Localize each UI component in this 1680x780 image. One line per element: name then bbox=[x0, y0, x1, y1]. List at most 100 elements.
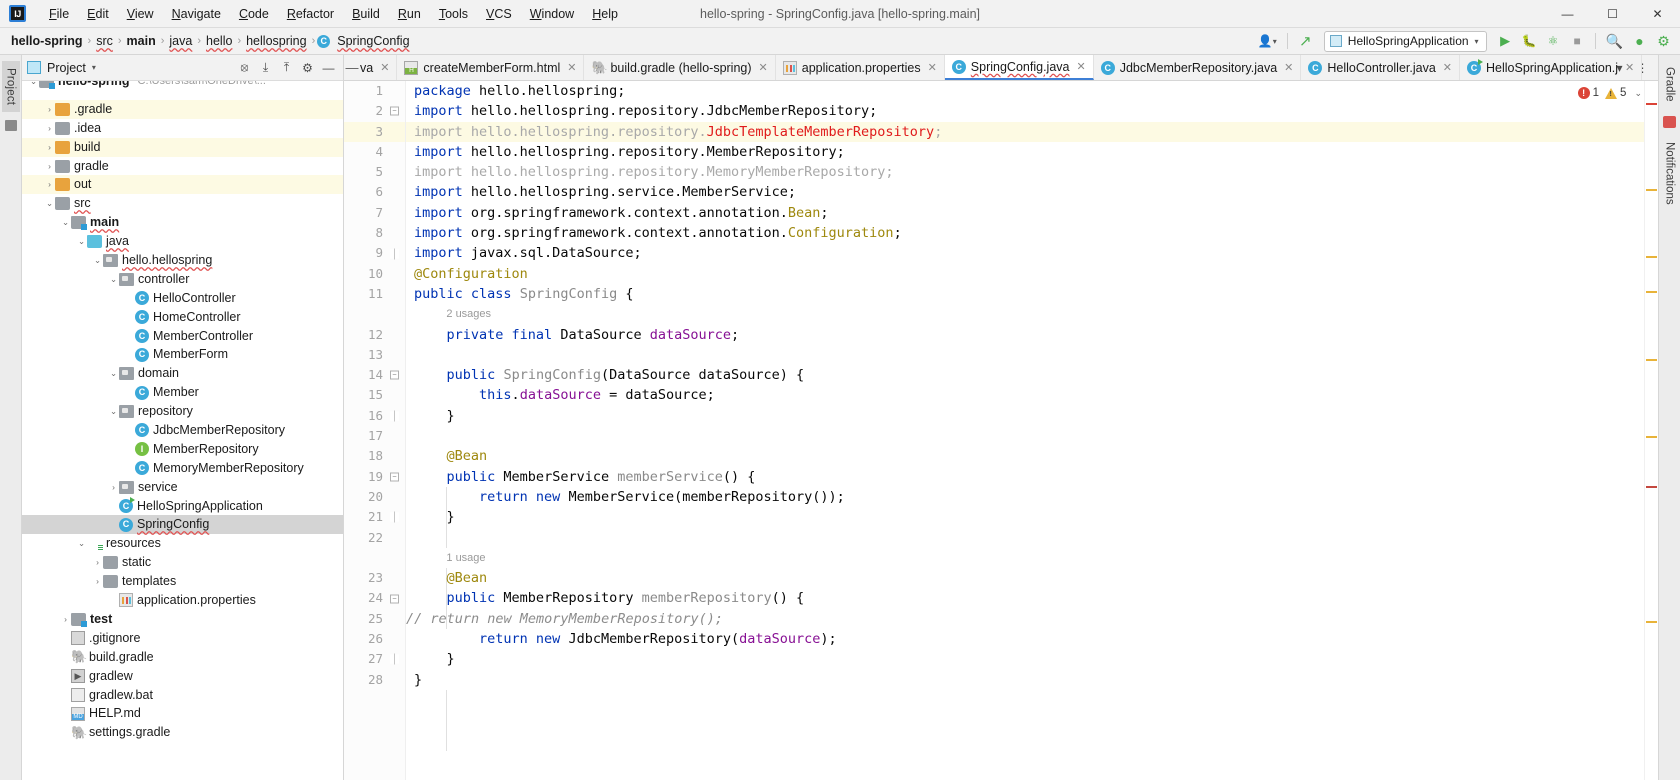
tree-node-java[interactable]: ⌄ java bbox=[22, 232, 343, 251]
chevron-right-icon[interactable]: › bbox=[44, 119, 55, 138]
code-line[interactable]: public MemberService memberService() { bbox=[406, 467, 1644, 487]
usages-inlay-hint[interactable]: 2 usages bbox=[406, 304, 1644, 324]
tree-node-src[interactable]: ⌄ src bbox=[22, 194, 343, 213]
editor-tab-build-gradle-hello-spring-[interactable]: 🐘 build.gradle (hello-spring) ✕ bbox=[584, 55, 776, 80]
line-number-gutter[interactable]: 1 2−3 4 5 6 7 8 9 10 11 12 13 14− 15 16 17 18 19−20 21 22 23… bbox=[344, 81, 406, 780]
menu-navigate[interactable]: Navigate bbox=[163, 3, 230, 25]
editor-marker[interactable] bbox=[1646, 103, 1657, 105]
editor-marker[interactable] bbox=[1646, 359, 1657, 361]
editor-marker[interactable] bbox=[1646, 291, 1657, 293]
code-line[interactable] bbox=[406, 345, 1644, 365]
stop-button[interactable]: ■ bbox=[1567, 31, 1588, 52]
code-line[interactable]: this.dataSource = dataSource; bbox=[406, 385, 1644, 405]
breadcrumb-item-src[interactable]: src bbox=[93, 33, 116, 49]
tree-node-controller[interactable]: ⌄ controller bbox=[22, 270, 343, 289]
chevron-down-icon[interactable]: ⌄ bbox=[108, 402, 119, 421]
code-editor[interactable]: 1 2−3 4 5 6 7 8 9 10 11 12 13 14−15 16 17 18 19−20 21 22 23… bbox=[344, 81, 1644, 780]
code-line[interactable]: public class SpringConfig { bbox=[406, 284, 1644, 304]
code-content[interactable]: package hello.hellospring; import hello.h… bbox=[406, 81, 1644, 780]
chevron-right-icon[interactable]: › bbox=[108, 478, 119, 497]
menu-build[interactable]: Build bbox=[343, 3, 389, 25]
code-line[interactable]: import hello.hellospring.repository.Memo… bbox=[406, 162, 1644, 182]
code-line[interactable] bbox=[406, 528, 1644, 548]
menu-edit[interactable]: Edit bbox=[78, 3, 118, 25]
chevron-down-icon[interactable]: ⌄ bbox=[76, 232, 87, 251]
breadcrumb-item-hellospring[interactable]: hellospring bbox=[243, 33, 309, 49]
tree-node-hello-spring[interactable]: ⌄ hello-spring C:\Users\sam\OneDrive\... bbox=[22, 81, 343, 91]
tree-node--idea[interactable]: › .idea bbox=[22, 119, 343, 138]
structure-icon[interactable] bbox=[4, 120, 17, 132]
maximize-button[interactable]: ☐ bbox=[1590, 0, 1635, 28]
editor-tab-springconfig-java[interactable]: C SpringConfig.java ✕ bbox=[944, 55, 1094, 80]
tree-node-test[interactable]: › test bbox=[22, 610, 343, 629]
editor-tab-jdbcmemberrepository-java[interactable]: C JdbcMemberRepository.java ✕ bbox=[1094, 55, 1302, 80]
code-line[interactable]: } bbox=[406, 507, 1644, 527]
fold-collapse-icon[interactable]: − bbox=[390, 594, 399, 604]
fold-end-icon[interactable] bbox=[390, 511, 399, 523]
tree-node-hellospringapplication[interactable]: C HelloSpringApplication bbox=[22, 497, 343, 516]
tree-node-main[interactable]: ⌄ main bbox=[22, 213, 343, 232]
tree-node-domain[interactable]: ⌄ domain bbox=[22, 364, 343, 383]
collapse-all-icon[interactable]: ⤒ bbox=[277, 58, 296, 77]
code-line[interactable]: import javax.sql.DataSource; bbox=[406, 243, 1644, 263]
chevron-down-icon[interactable]: ⌄ bbox=[28, 81, 39, 91]
menu-window[interactable]: Window bbox=[521, 3, 583, 25]
tree-node-jdbcmemberrepository[interactable]: C JdbcMemberRepository bbox=[22, 421, 343, 440]
tree-node-memberform[interactable]: C MemberForm bbox=[22, 345, 343, 364]
code-line[interactable]: import org.springframework.context.annot… bbox=[406, 203, 1644, 223]
tree-node-member[interactable]: C Member bbox=[22, 383, 343, 402]
select-opened-file-icon[interactable]: ⦻ bbox=[235, 58, 254, 77]
code-line[interactable]: public MemberRepository memberRepository… bbox=[406, 588, 1644, 608]
editor-marker[interactable] bbox=[1646, 189, 1657, 191]
fold-collapse-icon[interactable]: − bbox=[390, 370, 399, 380]
breadcrumb-item-hello-spring[interactable]: hello-spring bbox=[8, 33, 86, 49]
update-arrow-icon[interactable]: ↗ bbox=[1295, 31, 1316, 52]
editor-tab-application-properties[interactable]: application.properties ✕ bbox=[776, 55, 945, 80]
code-line[interactable]: import org.springframework.context.annot… bbox=[406, 223, 1644, 243]
close-icon[interactable]: ✕ bbox=[1625, 61, 1634, 74]
tool-window-project-button[interactable]: Project bbox=[1, 61, 20, 113]
run-with-coverage-button[interactable]: ⚛ bbox=[1543, 31, 1564, 52]
tree-node-memorymemberrepository[interactable]: C MemoryMemberRepository bbox=[22, 459, 343, 478]
chevron-down-icon[interactable]: ⌄ bbox=[76, 534, 87, 553]
menu-vcs[interactable]: VCS bbox=[477, 3, 521, 25]
code-line[interactable]: } bbox=[406, 406, 1644, 426]
tree-node-build-gradle[interactable]: 🐘 build.gradle bbox=[22, 648, 343, 667]
code-line[interactable]: } bbox=[406, 670, 1644, 690]
chevron-right-icon[interactable]: › bbox=[44, 100, 55, 119]
project-tree[interactable]: ⌄ hello-spring C:\Users\sam\OneDrive\... ›.… bbox=[22, 81, 343, 780]
tree-node-gradlew[interactable]: ▶ gradlew bbox=[22, 667, 343, 686]
breadcrumb-item-java[interactable]: java bbox=[166, 33, 195, 49]
close-icon[interactable]: ✕ bbox=[380, 61, 389, 74]
tree-node-homecontroller[interactable]: C HomeController bbox=[22, 308, 343, 327]
tree-node-hellocontroller[interactable]: C HelloController bbox=[22, 289, 343, 308]
run-button[interactable]: ▶ bbox=[1495, 31, 1516, 52]
tree-node-membercontroller[interactable]: C MemberController bbox=[22, 327, 343, 346]
breadcrumb-item-springconfig[interactable]: C SpringConfig bbox=[317, 33, 412, 49]
code-line[interactable]: public SpringConfig(DataSource dataSourc… bbox=[406, 365, 1644, 385]
tree-node-repository[interactable]: ⌄ repository bbox=[22, 402, 343, 421]
settings-gear-icon[interactable]: ⚙ bbox=[1653, 31, 1674, 52]
close-icon[interactable]: ✕ bbox=[1284, 61, 1293, 74]
code-line[interactable]: return new MemberService(memberRepositor… bbox=[406, 487, 1644, 507]
editor-marker[interactable] bbox=[1646, 621, 1657, 623]
run-configuration-selector[interactable]: HelloSpringApplication ▾ bbox=[1323, 30, 1487, 52]
tree-node-application-properties[interactable]: application.properties bbox=[22, 591, 343, 610]
chevron-down-icon[interactable]: ⌄ bbox=[44, 194, 55, 213]
tree-node-resources[interactable]: ⌄ resources bbox=[22, 534, 343, 553]
chevron-down-icon[interactable]: ⌄ bbox=[108, 364, 119, 383]
tool-window-notifications-button[interactable]: Notifications bbox=[1661, 136, 1679, 211]
breadcrumb-item-main[interactable]: main bbox=[124, 33, 159, 49]
chevron-right-icon[interactable]: › bbox=[60, 610, 71, 629]
user-icon[interactable]: 👤 ▾ bbox=[1255, 31, 1280, 52]
tree-node-springconfig[interactable]: C SpringConfig bbox=[22, 515, 343, 535]
chevron-down-icon[interactable]: ⌄ bbox=[1634, 88, 1642, 99]
chevron-right-icon[interactable]: › bbox=[92, 572, 103, 591]
editor-tab-creatememberform-html[interactable]: createMemberForm.html ✕ bbox=[397, 55, 585, 80]
menu-tools[interactable]: Tools bbox=[430, 3, 477, 25]
minimize-button[interactable]: — bbox=[1545, 0, 1590, 28]
fold-collapse-icon[interactable]: − bbox=[390, 472, 399, 482]
inspection-widget[interactable]: ! 1 5 ⌄ bbox=[1577, 87, 1642, 99]
editor-marker[interactable] bbox=[1646, 486, 1657, 488]
menu-file[interactable]: File bbox=[40, 3, 78, 25]
